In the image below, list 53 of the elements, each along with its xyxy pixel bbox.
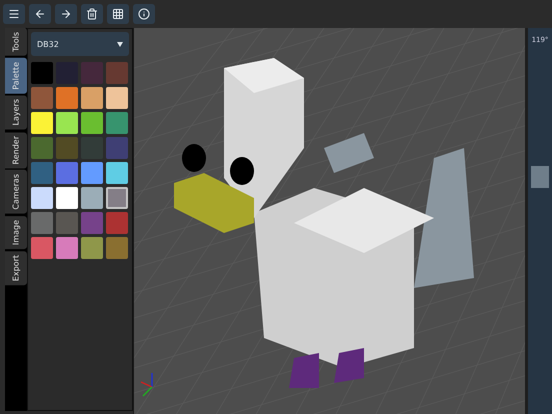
color-swatch[interactable] bbox=[56, 237, 78, 259]
color-swatch[interactable] bbox=[56, 162, 78, 184]
side-tab[interactable]: Export bbox=[5, 251, 27, 286]
redo-button[interactable] bbox=[55, 4, 77, 24]
color-swatch[interactable] bbox=[106, 87, 128, 109]
color-swatch[interactable] bbox=[106, 62, 128, 84]
color-swatch[interactable] bbox=[56, 137, 78, 159]
caret-icon bbox=[117, 42, 123, 46]
color-swatch[interactable] bbox=[31, 87, 53, 109]
color-swatch[interactable] bbox=[106, 162, 128, 184]
grid-button[interactable] bbox=[107, 4, 129, 24]
color-swatch[interactable] bbox=[81, 187, 103, 209]
color-swatch[interactable] bbox=[56, 112, 78, 134]
color-swatch[interactable] bbox=[31, 187, 53, 209]
side-tab[interactable]: Cameras bbox=[5, 170, 27, 214]
menu-icon bbox=[8, 8, 20, 20]
info-icon bbox=[138, 8, 150, 20]
color-swatch[interactable] bbox=[81, 237, 103, 259]
info-button[interactable] bbox=[133, 4, 155, 24]
menu-button[interactable] bbox=[3, 4, 25, 24]
color-swatch[interactable] bbox=[81, 212, 103, 234]
side-tab[interactable]: Render bbox=[5, 132, 27, 168]
trash-icon bbox=[86, 8, 98, 20]
color-swatch[interactable] bbox=[106, 212, 128, 234]
side-tab[interactable]: Palette bbox=[5, 58, 27, 94]
arrow-right-icon bbox=[60, 8, 72, 20]
side-tab[interactable]: Image bbox=[5, 216, 27, 250]
slider-thumb[interactable] bbox=[531, 166, 549, 188]
color-swatch[interactable] bbox=[56, 187, 78, 209]
color-swatch[interactable] bbox=[31, 62, 53, 84]
color-swatch[interactable] bbox=[31, 237, 53, 259]
side-tab[interactable]: Layers bbox=[5, 95, 27, 130]
color-swatch[interactable] bbox=[31, 212, 53, 234]
color-swatch[interactable] bbox=[106, 137, 128, 159]
color-swatch[interactable] bbox=[56, 212, 78, 234]
color-swatch[interactable] bbox=[106, 112, 128, 134]
palette-name: DB32 bbox=[37, 40, 59, 48]
undo-button[interactable] bbox=[29, 4, 51, 24]
color-swatch[interactable] bbox=[81, 162, 103, 184]
arrow-left-icon bbox=[34, 8, 46, 20]
grid-icon bbox=[112, 8, 124, 20]
color-swatch[interactable] bbox=[31, 112, 53, 134]
color-swatch[interactable] bbox=[31, 137, 53, 159]
color-swatch[interactable] bbox=[106, 187, 128, 209]
color-swatch[interactable] bbox=[81, 62, 103, 84]
color-swatch[interactable] bbox=[81, 112, 103, 134]
color-swatch[interactable] bbox=[31, 162, 53, 184]
color-swatch[interactable] bbox=[106, 237, 128, 259]
color-swatch[interactable] bbox=[56, 87, 78, 109]
palette-dropdown[interactable]: DB32 bbox=[31, 32, 129, 56]
color-swatch[interactable] bbox=[81, 87, 103, 109]
delete-button[interactable] bbox=[81, 4, 103, 24]
side-tab[interactable]: Tools bbox=[5, 28, 27, 56]
